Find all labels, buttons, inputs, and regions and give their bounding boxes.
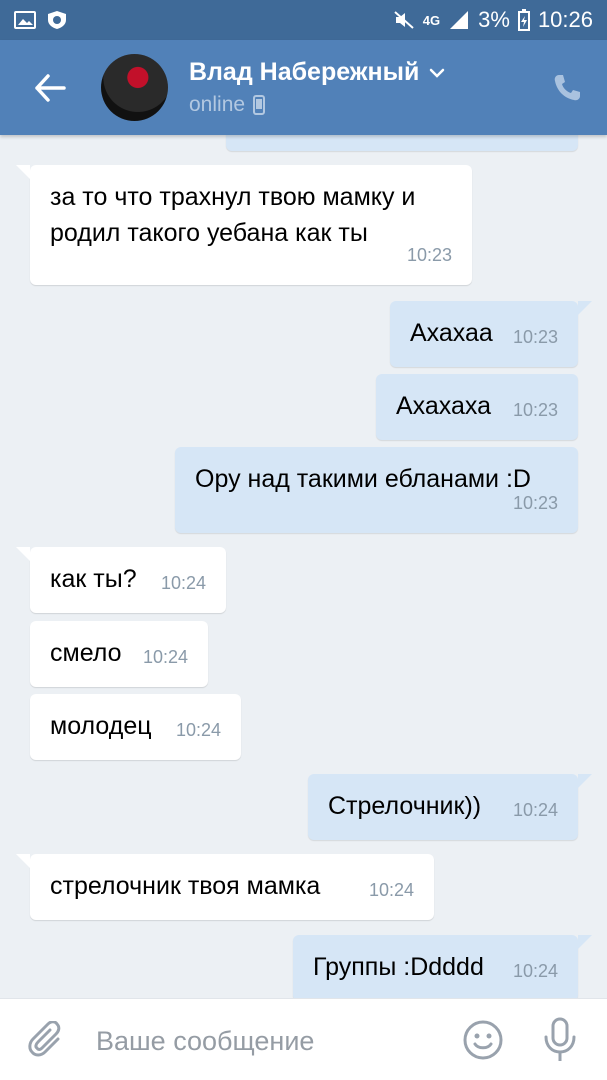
sticker-button[interactable] bbox=[462, 1019, 504, 1061]
message-outgoing[interactable] bbox=[226, 135, 578, 151]
message-incoming[interactable]: молодец 10:24 bbox=[30, 694, 241, 760]
smiley-icon bbox=[463, 1020, 503, 1060]
battery-percent: 3% bbox=[478, 7, 510, 32]
message-time: 10:24 bbox=[142, 647, 188, 667]
microphone-icon bbox=[544, 1017, 576, 1061]
message-text: Ору над такими ебланами :D bbox=[195, 465, 531, 493]
voice-button[interactable] bbox=[540, 1017, 580, 1063]
status-bar: 4G 3% 10:26 bbox=[0, 0, 607, 40]
message-text: Группы :Ddddd bbox=[313, 953, 484, 981]
message-text: стрелочник твоя мамка bbox=[50, 872, 321, 900]
chat-header: Влад Набережный online bbox=[0, 40, 607, 135]
message-text: Ахахаа bbox=[410, 319, 493, 347]
composer bbox=[0, 998, 607, 1080]
call-button[interactable] bbox=[549, 70, 585, 106]
phone-icon bbox=[554, 75, 580, 101]
attach-button[interactable] bbox=[28, 1020, 68, 1061]
mute-icon bbox=[394, 11, 414, 29]
message-time: 10:24 bbox=[368, 880, 414, 900]
peer-info[interactable]: Влад Набережный online bbox=[189, 58, 445, 117]
message-text: Ахахаха bbox=[396, 392, 492, 420]
message-outgoing[interactable]: Ахахаха 10:23 bbox=[376, 374, 578, 440]
message-time: 10:23 bbox=[406, 245, 452, 265]
paperclip-icon bbox=[28, 1020, 61, 1057]
message-time: 10:24 bbox=[175, 720, 221, 740]
shield-icon bbox=[48, 11, 66, 29]
back-button[interactable] bbox=[0, 40, 100, 135]
message-time: 10:24 bbox=[160, 573, 206, 593]
clock: 10:26 bbox=[537, 7, 593, 32]
message-incoming[interactable]: за то что трахнул твою мамку и родил так… bbox=[16, 165, 472, 285]
arrow-left-icon bbox=[35, 73, 66, 102]
message-incoming[interactable]: как ты? 10:24 bbox=[16, 547, 226, 613]
avatar[interactable] bbox=[101, 54, 168, 121]
message-time: 10:24 bbox=[512, 961, 558, 981]
gallery-icon bbox=[14, 11, 36, 29]
message-text: за то что трахнул твою мамку и родил так… bbox=[50, 183, 416, 247]
network-type: 4G bbox=[422, 12, 441, 28]
message-time: 10:23 bbox=[512, 327, 558, 347]
battery-icon bbox=[517, 9, 530, 31]
message-time: 10:23 bbox=[512, 400, 558, 420]
message-text: молодец bbox=[50, 712, 152, 740]
message-outgoing[interactable]: Ахахаа 10:23 bbox=[390, 301, 592, 367]
peer-status: online bbox=[189, 93, 246, 116]
message-text: смело bbox=[50, 639, 122, 667]
message-incoming[interactable]: смело 10:24 bbox=[30, 621, 208, 687]
message-time: 10:24 bbox=[512, 800, 558, 820]
signal-icon bbox=[450, 11, 469, 29]
message-list[interactable]: за то что трахнул твою мамку и родил так… bbox=[0, 135, 607, 998]
message-incoming[interactable]: стрелочник твоя мамка 10:24 bbox=[16, 854, 434, 920]
message-outgoing[interactable]: Ору над такими ебланами :D 10:23 bbox=[175, 447, 578, 533]
mobile-phone-icon bbox=[253, 95, 266, 115]
message-outgoing[interactable]: Группы :Ddddd 10:24 bbox=[293, 935, 592, 998]
message-outgoing[interactable]: Стрелочник)) 10:24 bbox=[308, 774, 592, 840]
chevron-down-icon bbox=[430, 68, 445, 78]
message-text: Стрелочник)) bbox=[328, 792, 482, 820]
message-text: как ты? bbox=[50, 565, 137, 593]
message-time: 10:23 bbox=[512, 493, 558, 513]
peer-name: Влад Набережный bbox=[189, 58, 420, 86]
message-input[interactable] bbox=[96, 1019, 436, 1063]
